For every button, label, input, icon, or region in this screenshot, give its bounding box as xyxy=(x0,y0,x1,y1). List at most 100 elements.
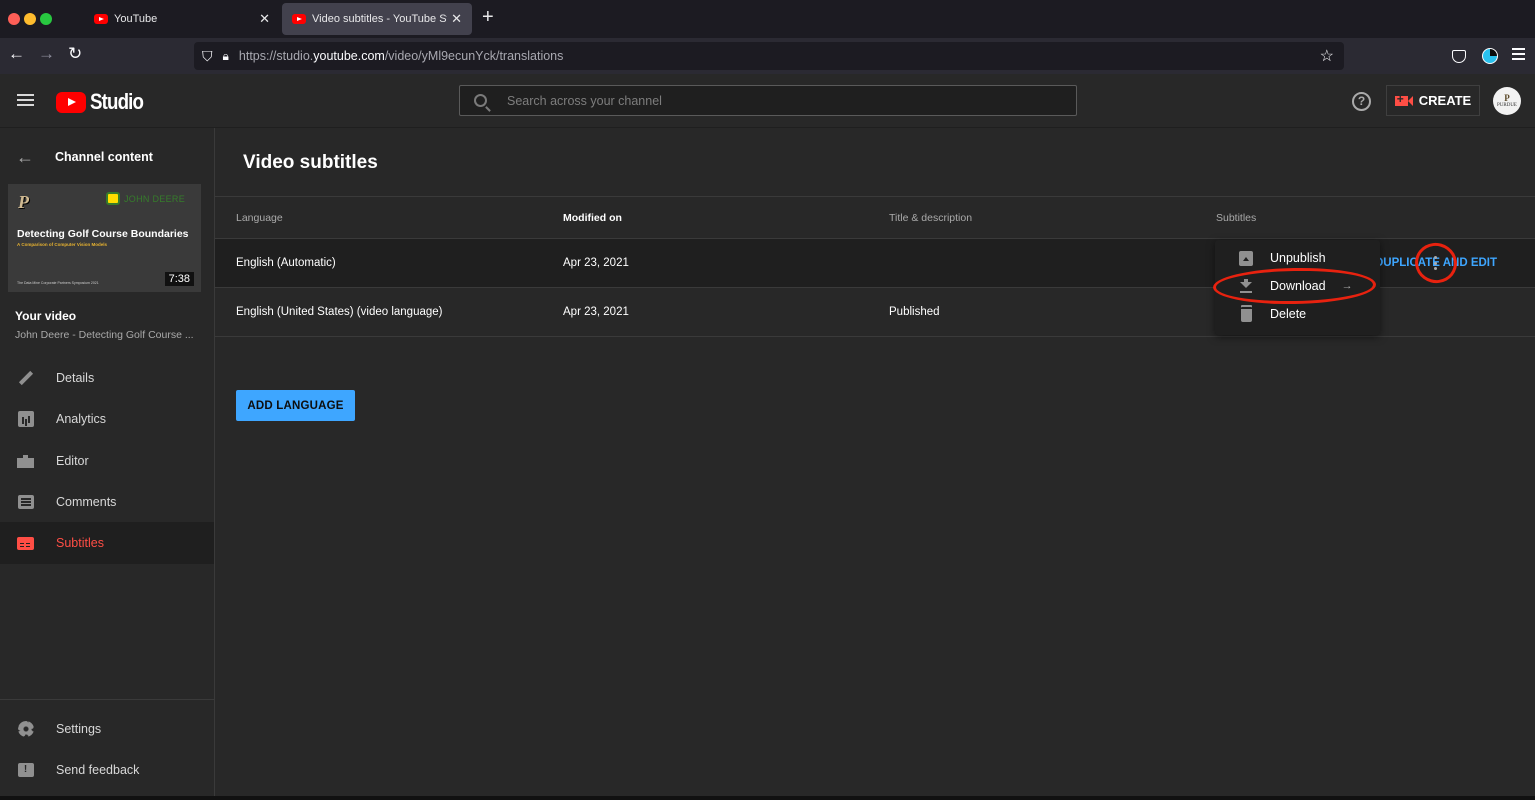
tab-title: YouTube xyxy=(114,13,158,25)
pocket-icon[interactable] xyxy=(1452,50,1466,63)
browser-menu-icon[interactable] xyxy=(1512,48,1525,63)
trash-icon xyxy=(1239,306,1253,322)
close-tab-icon[interactable]: ✕ xyxy=(451,11,462,27)
more-options-icon[interactable] xyxy=(1431,253,1439,273)
menu-item-download[interactable]: Download → xyxy=(1215,272,1380,300)
sidebar-item-label: Analytics xyxy=(56,412,107,426)
studio-logo[interactable]: Studio xyxy=(56,89,152,115)
hamburger-menu-icon[interactable] xyxy=(17,94,34,109)
sidebar-item-label: Send feedback xyxy=(56,763,140,777)
submenu-arrow-icon: → xyxy=(1341,280,1353,292)
lock-icon[interactable]: 🔒︎ xyxy=(223,49,229,64)
youtube-logo-icon xyxy=(56,91,86,113)
firefox-account-icon[interactable] xyxy=(1482,48,1498,64)
sidebar-item-send-feedback[interactable]: ! Send feedback xyxy=(0,749,214,791)
sidebar-item-editor[interactable]: Editor xyxy=(0,440,214,482)
browser-nav-bar: ← → ↻ ⛉ 🔒︎ https://studio.youtube.com/vi… xyxy=(0,38,1535,74)
search-box[interactable] xyxy=(459,85,1077,116)
feedback-icon: ! xyxy=(17,762,34,779)
dock-strip xyxy=(0,796,1535,800)
browser-tab-youtube[interactable]: YouTube ✕ xyxy=(84,3,280,35)
close-tab-icon[interactable]: ✕ xyxy=(259,11,270,27)
back-arrow-icon[interactable]: ← xyxy=(8,44,25,64)
title-description-cell[interactable]: Published xyxy=(889,306,940,318)
sidebar-item-label: Details xyxy=(56,371,95,385)
back-arrow-icon: ← xyxy=(16,146,34,167)
column-header-modified-on[interactable]: Modified on xyxy=(563,212,622,224)
menu-item-label: Unpublish xyxy=(1270,251,1326,265)
sidebar-item-details[interactable]: Details xyxy=(0,357,214,399)
search-icon xyxy=(474,94,487,107)
thumbnail-title: Detecting Golf Course Boundaries xyxy=(17,228,189,240)
table-header: Language Modified on Title & description… xyxy=(215,197,1535,239)
comments-icon xyxy=(17,494,34,511)
john-deere-logo: JOHN DEERE xyxy=(106,192,185,205)
video-duration: 7:38 xyxy=(164,272,194,286)
your-video-label: Your video xyxy=(15,309,77,323)
main-content: Video subtitles Language Modified on Tit… xyxy=(215,128,1535,800)
browser-tab-studio[interactable]: Video subtitles - YouTube Studio ✕ xyxy=(282,3,472,35)
subtitles-icon xyxy=(17,535,34,552)
pencil-icon xyxy=(17,370,34,387)
column-header-title-description[interactable]: Title & description xyxy=(889,212,972,224)
back-to-channel-content[interactable]: ← Channel content xyxy=(0,146,215,168)
thumbnail-subtitle: A Comparison of Computer Vision Models xyxy=(17,242,108,247)
sidebar-item-comments[interactable]: Comments xyxy=(0,481,214,523)
sidebar-item-label: Comments xyxy=(56,495,117,509)
avatar[interactable]: P PURDUE xyxy=(1493,87,1521,115)
search-input[interactable] xyxy=(507,93,1047,108)
video-title: John Deere - Detecting Golf Course ... xyxy=(15,329,194,341)
analytics-icon xyxy=(17,411,34,428)
sidebar: ← Channel content P JOHN DEERE Detecting… xyxy=(0,128,215,800)
gear-icon xyxy=(17,721,34,738)
bookmark-star-icon[interactable]: ☆ xyxy=(1320,46,1334,66)
reload-icon[interactable]: ↻ xyxy=(68,44,82,64)
video-camera-icon xyxy=(1394,92,1413,106)
close-window-button[interactable] xyxy=(8,13,20,25)
browser-tab-bar: YouTube ✕ Video subtitles - YouTube Stud… xyxy=(0,0,1535,38)
avatar-logo: P xyxy=(1504,92,1510,103)
sidebar-item-analytics[interactable]: Analytics xyxy=(0,398,214,440)
back-label: Channel content xyxy=(55,150,153,164)
add-language-button[interactable]: ADD LANGUAGE xyxy=(236,390,355,421)
forward-arrow-icon[interactable]: → xyxy=(38,44,55,64)
modified-cell: Apr 23, 2021 xyxy=(563,306,629,318)
youtube-favicon-icon xyxy=(292,14,306,24)
sidebar-item-settings[interactable]: Settings xyxy=(0,708,214,750)
editor-icon xyxy=(17,453,34,470)
john-deere-text: JOHN DEERE xyxy=(124,193,186,204)
video-thumbnail[interactable]: P JOHN DEERE Detecting Golf Course Bound… xyxy=(8,184,201,292)
address-bar[interactable]: ⛉ 🔒︎ https://studio.youtube.com/video/yM… xyxy=(194,42,1344,70)
language-cell: English (Automatic) xyxy=(236,257,336,269)
page-title: Video subtitles xyxy=(243,152,378,173)
modified-cell: Apr 23, 2021 xyxy=(563,257,629,269)
tab-title: Video subtitles - YouTube Studio xyxy=(312,13,447,25)
context-menu: Unpublish Download → Delete xyxy=(1215,240,1380,335)
deer-icon xyxy=(106,192,120,205)
sidebar-item-subtitles[interactable]: Subtitles xyxy=(0,522,214,564)
create-button[interactable]: CREATE xyxy=(1386,85,1480,116)
maximize-window-button[interactable] xyxy=(40,13,52,25)
sidebar-item-label: Settings xyxy=(56,722,102,736)
sidebar-divider xyxy=(0,699,214,700)
minimize-window-button[interactable] xyxy=(24,13,36,25)
avatar-logo-text: PURDUE xyxy=(1496,102,1517,108)
language-cell: English (United States) (video language) xyxy=(236,306,443,318)
column-header-subtitles[interactable]: Subtitles xyxy=(1216,212,1256,224)
sidebar-item-label: Subtitles xyxy=(56,536,104,550)
new-tab-button[interactable]: + xyxy=(482,6,494,29)
thumbnail-footer: The Data Mine Corporate Partners Symposi… xyxy=(17,281,99,285)
shield-icon[interactable]: ⛉ xyxy=(202,48,213,65)
menu-item-label: Download xyxy=(1270,279,1326,293)
menu-item-unpublish[interactable]: Unpublish xyxy=(1215,244,1380,272)
column-header-language[interactable]: Language xyxy=(236,212,283,224)
youtube-favicon-icon xyxy=(94,14,108,24)
download-icon xyxy=(1239,279,1253,294)
url-text[interactable]: https://studio.youtube.com/video/yMl9ecu… xyxy=(239,49,564,63)
studio-logo-text: Studio xyxy=(90,89,144,114)
purdue-logo: P xyxy=(18,192,29,212)
studio-header: Studio ? CREATE P PURDUE xyxy=(0,74,1535,128)
create-label: CREATE xyxy=(1418,93,1472,108)
help-icon[interactable]: ? xyxy=(1352,92,1371,111)
menu-item-delete[interactable]: Delete xyxy=(1215,300,1380,328)
